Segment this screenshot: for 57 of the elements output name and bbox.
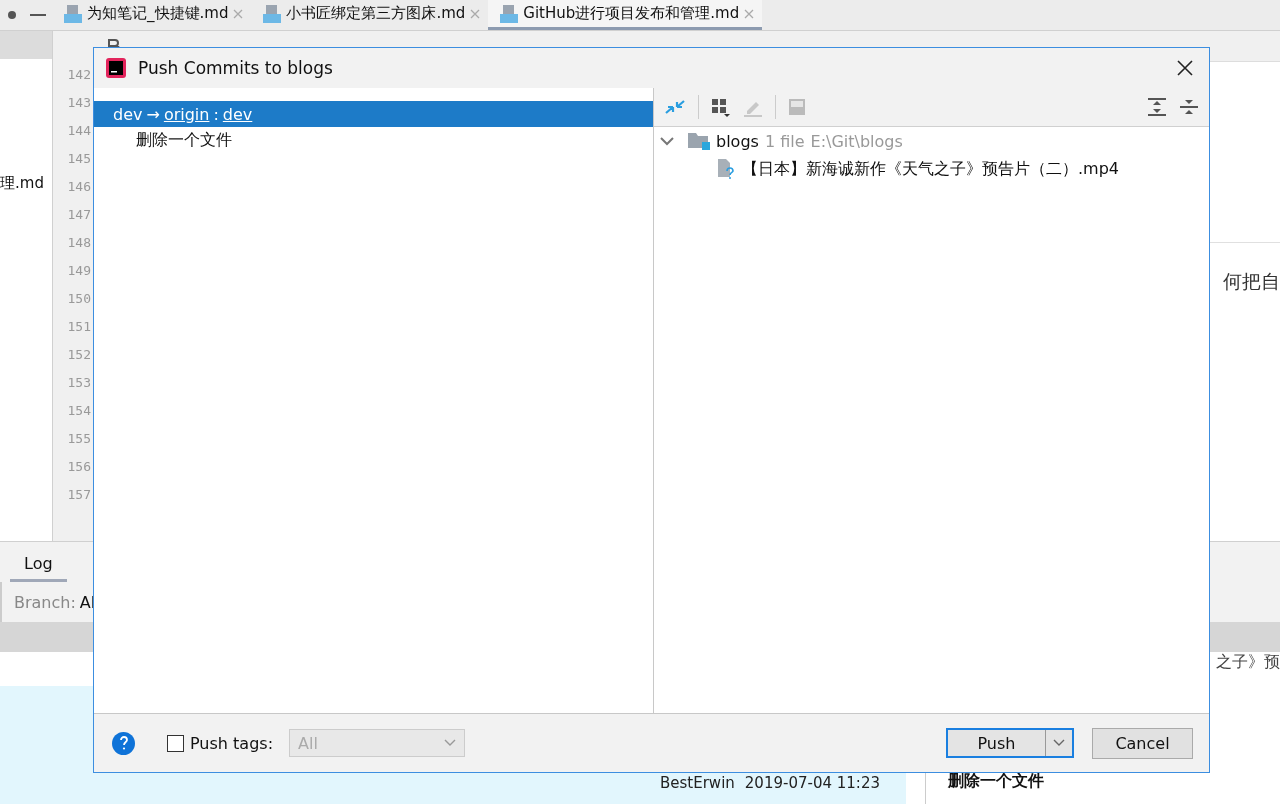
details-text: 之子》预	[1215, 652, 1280, 673]
line-number: 156	[66, 458, 92, 476]
repo-name: blogs	[716, 131, 759, 151]
line-number: 149	[66, 262, 92, 280]
remote-branch-link[interactable]: dev	[222, 104, 253, 124]
editor-tab[interactable]: 小书匠绑定第三方图床.md	[251, 0, 489, 30]
separator: :	[213, 104, 219, 124]
minimize-icon[interactable]	[29, 14, 46, 16]
commit-date: 2019-07-04 11:23	[744, 774, 880, 792]
dialog-title: Push Commits to blogs	[138, 58, 334, 78]
commit-message[interactable]: 删除一个文件	[94, 127, 653, 153]
line-number: 153	[66, 374, 92, 392]
editor-tab[interactable]: 为知笔记_快捷键.md	[52, 0, 252, 30]
folder-icon	[688, 132, 710, 150]
line-number: 155	[66, 430, 92, 448]
line-number: 146	[66, 178, 92, 196]
caret-icon	[1053, 739, 1065, 747]
file-row[interactable]: 【日本】新海诚新作《天气之子》预告片（二）.mp4	[654, 155, 1209, 183]
details-title: 删除一个文件	[948, 771, 1045, 792]
file-count: 1 file	[764, 131, 805, 151]
file-name: 理.md	[0, 174, 45, 193]
commit-author: BestErwin	[660, 774, 735, 792]
markdown-file-icon	[500, 4, 519, 23]
markdown-file-icon	[263, 4, 282, 23]
arrow-symbol: →	[146, 104, 160, 124]
push-tags-label: Push tags:	[190, 733, 274, 753]
line-number: 147	[66, 206, 92, 224]
help-button[interactable]	[112, 731, 135, 755]
expand-toggle[interactable]	[660, 136, 674, 146]
line-number: 148	[66, 234, 92, 252]
app-logo-icon	[106, 58, 126, 78]
repo-path: E:\Git\blogs	[810, 131, 903, 151]
line-number: 152	[66, 346, 92, 364]
local-branch: dev	[113, 104, 143, 124]
expand-all-icon[interactable]	[1147, 97, 1167, 117]
compare-icon[interactable]	[664, 97, 686, 117]
editor-text: 何把自	[1223, 269, 1280, 294]
markdown-file-icon	[64, 4, 82, 23]
line-number: 150	[66, 290, 92, 308]
line-number: 151	[66, 318, 92, 336]
branch-label: Branch:	[14, 592, 76, 612]
unknown-file-icon	[716, 159, 736, 179]
editor-tab[interactable]: GitHub进行项目发布和管理.md	[488, 0, 763, 30]
line-number: 142	[66, 66, 92, 84]
branch-row[interactable]: dev → origin : dev	[94, 101, 653, 127]
caret-icon	[444, 739, 457, 747]
collapse-all-icon[interactable]	[1179, 97, 1199, 117]
line-number: 154	[66, 402, 92, 420]
cancel-button[interactable]: Cancel	[1092, 727, 1193, 759]
line-number: 145	[66, 150, 92, 168]
line-number: 157	[66, 486, 92, 504]
group-icon[interactable]	[711, 97, 731, 117]
line-number: 144	[66, 122, 92, 140]
close-button[interactable]	[1175, 58, 1195, 78]
line-number: 143	[66, 94, 92, 112]
question-mark-icon	[118, 736, 129, 750]
remote-link[interactable]: origin	[163, 104, 210, 124]
